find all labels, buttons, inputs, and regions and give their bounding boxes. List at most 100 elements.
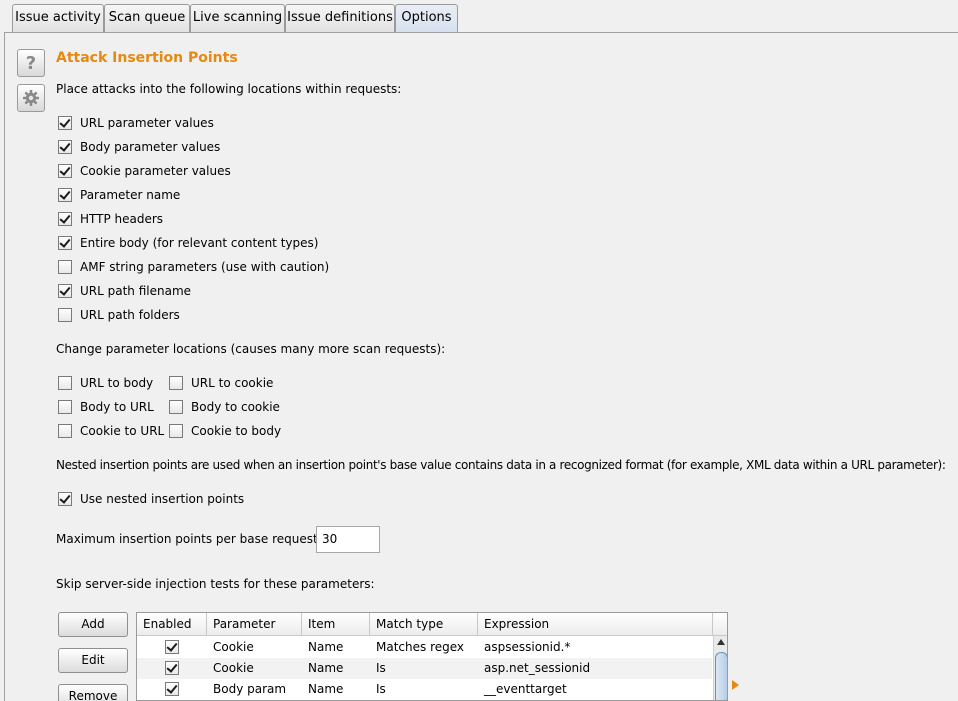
checkbox-box[interactable] [58, 116, 72, 130]
tab-scan-queue[interactable]: Scan queue [104, 4, 190, 32]
add-button[interactable]: Add [58, 612, 128, 637]
checkbox-label: Body parameter values [80, 140, 221, 154]
locations-intro: Place attacks into the following locatio… [56, 82, 402, 96]
checkbox-label: URL path folders [80, 308, 180, 322]
column-header-parameter[interactable]: Parameter [207, 613, 302, 636]
tab-label: Options [401, 10, 452, 25]
checkbox-url-parameter-values[interactable]: URL parameter values [58, 114, 214, 132]
cell-match-type: Is [376, 661, 386, 675]
checkbox-box[interactable] [169, 376, 183, 390]
tab-issue-activity[interactable]: Issue activity [12, 4, 104, 32]
checkbox-label: URL path filename [80, 284, 192, 298]
checkbox-label: HTTP headers [80, 212, 164, 226]
column-header-expression[interactable]: Expression [478, 613, 713, 636]
table-row[interactable]: Body param Name Is __eventtarget [137, 679, 712, 700]
nested-intro: Nested insertion points are used when an… [56, 458, 946, 472]
tab-live-scanning[interactable]: Live scanning [190, 4, 285, 32]
checkbox-http-headers[interactable]: HTTP headers [58, 210, 163, 228]
checkbox-label: URL to body [80, 376, 154, 390]
table-row[interactable]: Cookie Name Is asp.net_sessionid [137, 658, 712, 679]
skip-parameters-table: Enabled Parameter Item Match type Expres… [136, 612, 728, 701]
cell-expression: asp.net_sessionid [484, 661, 591, 675]
checkbox-body-to-url[interactable]: Body to URL [58, 398, 154, 416]
cell-expression: aspsessionid.* [484, 640, 571, 654]
settings-button[interactable] [17, 84, 45, 112]
checkbox-box[interactable] [58, 188, 72, 202]
cell-item: Name [308, 661, 344, 675]
checkbox-use-nested-insertion-points[interactable]: Use nested insertion points [58, 490, 244, 508]
tab-options[interactable]: Options [395, 4, 458, 33]
checkbox-box[interactable] [169, 400, 183, 414]
checkbox-entire-body[interactable]: Entire body (for relevant content types) [58, 234, 318, 252]
column-header-item[interactable]: Item [302, 613, 370, 636]
checkbox-box[interactable] [58, 164, 72, 178]
cell-parameter: Cookie [213, 661, 254, 675]
checkbox-box[interactable] [58, 284, 72, 298]
max-insertion-points-input[interactable]: 30 [316, 526, 380, 553]
checkbox-url-path-folders[interactable]: URL path folders [58, 306, 180, 324]
help-icon: ? [25, 52, 37, 74]
checkbox-box[interactable] [169, 424, 183, 438]
checkbox-box[interactable] [58, 140, 72, 154]
cell-match-type: Is [376, 682, 386, 696]
table-row[interactable]: Cookie Name Matches regex aspsessionid.* [137, 637, 712, 658]
checkbox-box[interactable] [58, 212, 72, 226]
checkbox-body-parameter-values[interactable]: Body parameter values [58, 138, 220, 156]
cell-item: Name [308, 682, 344, 696]
checkbox-label: Parameter name [80, 188, 181, 202]
cell-match-type: Matches regex [376, 640, 465, 654]
row-enabled-checkbox[interactable] [165, 682, 179, 696]
checkbox-label: URL parameter values [80, 116, 214, 130]
checkbox-amf-string-parameters[interactable]: AMF string parameters (use with caution) [58, 258, 329, 276]
checkbox-cookie-to-url[interactable]: Cookie to URL [58, 422, 164, 440]
scroll-thumb[interactable] [715, 652, 727, 700]
checkbox-box[interactable] [58, 376, 72, 390]
tab-label: Live scanning [192, 10, 283, 25]
checkbox-label: URL to cookie [191, 376, 274, 390]
checkbox-label: Cookie to URL [80, 424, 165, 438]
checkbox-box[interactable] [58, 492, 72, 506]
cell-parameter: Cookie [213, 640, 254, 654]
tab-issue-definitions[interactable]: Issue definitions [285, 4, 395, 32]
tab-label: Issue definitions [287, 10, 393, 25]
checkbox-url-to-cookie[interactable]: URL to cookie [169, 374, 273, 392]
row-enabled-checkbox[interactable] [165, 661, 179, 675]
scroll-up-arrow-icon[interactable] [717, 639, 725, 645]
table-header: Enabled Parameter Item Match type Expres… [137, 613, 727, 636]
checkbox-box[interactable] [58, 308, 72, 322]
tab-label: Issue activity [15, 10, 101, 25]
table-scrollbar[interactable] [713, 636, 727, 700]
skip-injection-intro: Skip server-side injection tests for the… [56, 577, 375, 591]
checkbox-label: AMF string parameters (use with caution) [80, 260, 330, 274]
checkbox-label: Cookie to body [191, 424, 282, 438]
checkbox-box[interactable] [58, 236, 72, 250]
checkbox-url-path-filename[interactable]: URL path filename [58, 282, 191, 300]
checkbox-label: Use nested insertion points [80, 492, 245, 506]
remove-button[interactable]: Remove [58, 684, 128, 701]
cell-expression: __eventtarget [484, 682, 567, 696]
checkbox-parameter-name[interactable]: Parameter name [58, 186, 180, 204]
checkbox-box[interactable] [58, 400, 72, 414]
checkbox-body-to-cookie[interactable]: Body to cookie [169, 398, 280, 416]
help-button[interactable]: ? [17, 49, 45, 77]
tab-bar: Issue activity Scan queue Live scanning … [0, 0, 958, 33]
row-enabled-checkbox[interactable] [165, 640, 179, 654]
section-title: Attack Insertion Points [56, 50, 238, 66]
checkbox-cookie-to-body[interactable]: Cookie to body [169, 422, 281, 440]
column-header-match-type[interactable]: Match type [370, 613, 478, 636]
tab-label: Scan queue [108, 10, 186, 25]
checkbox-cookie-parameter-values[interactable]: Cookie parameter values [58, 162, 231, 180]
checkbox-box[interactable] [58, 424, 72, 438]
edit-button[interactable]: Edit [58, 648, 128, 673]
checkbox-label: Cookie parameter values [80, 164, 231, 178]
checkbox-label: Body to cookie [191, 400, 280, 414]
cell-parameter: Body param [213, 682, 287, 696]
column-header-enabled[interactable]: Enabled [137, 613, 207, 636]
cell-item: Name [308, 640, 344, 654]
checkbox-box[interactable] [58, 260, 72, 274]
checkbox-label: Entire body (for relevant content types) [80, 236, 319, 250]
expand-arrow-icon[interactable] [732, 680, 739, 690]
checkbox-url-to-body[interactable]: URL to body [58, 374, 153, 392]
change-locations-intro: Change parameter locations (causes many … [56, 342, 446, 356]
options-panel [4, 32, 958, 701]
